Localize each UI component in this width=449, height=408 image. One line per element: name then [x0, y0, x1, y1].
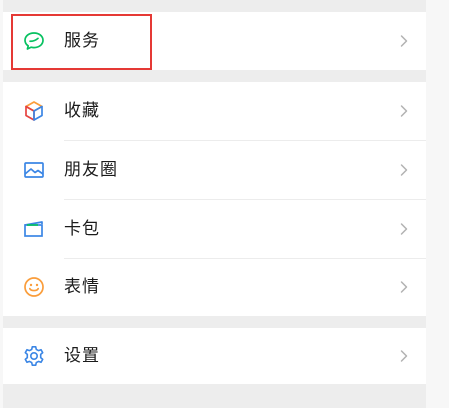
menu-item-services[interactable]: 服务 [3, 12, 426, 70]
cube-icon [22, 99, 46, 123]
chat-bubble-icon [22, 29, 46, 53]
menu-item-favorites[interactable]: 收藏 [3, 82, 426, 140]
menu-item-settings-label: 设置 [64, 346, 100, 366]
section-settings: 设置 [3, 328, 426, 384]
section-separator [3, 70, 426, 82]
section-separator-top [3, 0, 426, 12]
chevron-right-icon [400, 105, 408, 117]
image-icon [22, 158, 46, 182]
menu-item-cards-label: 卡包 [64, 219, 100, 239]
card-wallet-icon [22, 217, 46, 241]
menu-item-favorites-label: 收藏 [64, 101, 100, 121]
chevron-right-icon [400, 164, 408, 176]
section-personal: 收藏 朋友圈 卡包 表情 [3, 82, 426, 316]
menu-item-cards[interactable]: 卡包 [3, 200, 426, 258]
section-separator [3, 316, 426, 328]
menu-item-settings[interactable]: 设置 [3, 328, 426, 384]
me-page-menu: 服务 收藏 朋友圈 卡包 表情 设置 [0, 0, 449, 408]
section-services: 服务 [3, 12, 426, 70]
chevron-right-icon [400, 35, 408, 47]
section-separator-bottom [3, 384, 426, 408]
chevron-right-icon [400, 223, 408, 235]
chevron-right-icon [400, 281, 408, 293]
menu-item-moments[interactable]: 朋友圈 [3, 141, 426, 199]
menu-item-services-label: 服务 [64, 31, 100, 51]
menu-item-stickers[interactable]: 表情 [3, 258, 426, 316]
chevron-right-icon [400, 350, 408, 362]
menu-item-stickers-label: 表情 [64, 277, 100, 297]
gear-icon [22, 344, 46, 368]
smiley-icon [22, 275, 46, 299]
menu-item-moments-label: 朋友圈 [64, 160, 118, 180]
